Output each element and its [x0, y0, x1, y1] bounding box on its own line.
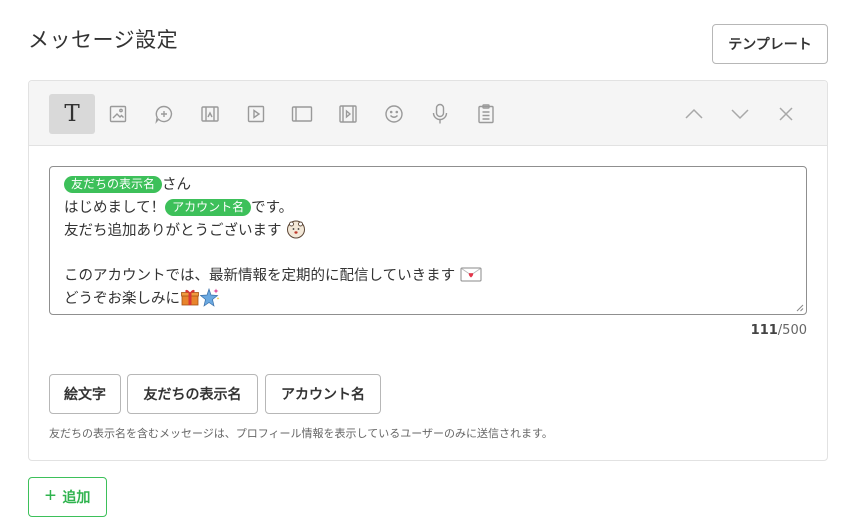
close-button[interactable] — [763, 94, 809, 134]
move-down-button[interactable] — [717, 94, 763, 134]
message-line-5: このアカウントでは、最新情報を定期的に配信していきます — [64, 264, 792, 287]
stamp-icon — [155, 105, 173, 124]
close-icon — [779, 107, 793, 121]
rich-video-icon — [339, 105, 357, 123]
tool-image-map[interactable] — [187, 94, 233, 134]
insert-emoji-button[interactable]: 絵文字 — [49, 374, 121, 414]
tool-video[interactable] — [233, 94, 279, 134]
message-line-2: はじめまして！ アカウント名 です。 — [64, 198, 294, 216]
tool-rich-video[interactable] — [325, 94, 371, 134]
friend-name-note: 友だちの表示名を含むメッセージは、プロフィール情報を表示しているユーザーのみに送… — [49, 427, 553, 440]
tool-stamp[interactable] — [141, 94, 187, 134]
card-icon — [291, 106, 313, 122]
survey-icon — [478, 104, 494, 124]
resize-grip-icon[interactable] — [796, 304, 804, 312]
text-icon: T — [64, 101, 80, 127]
tool-text[interactable]: T — [49, 94, 95, 134]
sparkle-star-emoji-icon — [200, 287, 220, 307]
page-title: メッセージ設定 — [28, 28, 179, 52]
bear-emoji-icon — [287, 220, 306, 239]
insert-friend-name-button[interactable]: 友だちの表示名 — [127, 374, 258, 414]
chevron-down-icon — [731, 109, 749, 120]
image-icon — [109, 105, 127, 123]
tool-emoji[interactable] — [371, 94, 417, 134]
character-counter: 111/500 — [729, 323, 807, 338]
letter-emoji-icon — [460, 267, 482, 282]
video-icon — [247, 105, 265, 123]
add-message-button[interactable]: + 追加 — [28, 477, 107, 517]
message-editor-card: T 友だちの表示名 さん はじめまして！ アカウント名 です。 友だち追加ありが… — [28, 80, 828, 461]
insert-account-name-button[interactable]: アカウント名 — [265, 374, 381, 414]
tool-survey[interactable] — [463, 94, 509, 134]
message-line-4 — [64, 242, 792, 265]
tool-image[interactable] — [95, 94, 141, 134]
character-count-current: 111 — [750, 323, 778, 338]
message-type-toolbar: T — [29, 81, 827, 146]
message-line-1: 友だちの表示名 さん — [64, 174, 792, 197]
message-line-6: どうぞお楽しみに — [64, 287, 792, 310]
gift-emoji-icon — [181, 289, 199, 305]
message-textarea[interactable]: 友だちの表示名 さん はじめまして！ アカウント名 です。 友だち追加ありがとうござい… — [49, 166, 807, 315]
tool-voice[interactable] — [417, 94, 463, 134]
emoji-icon — [385, 105, 403, 123]
image-map-icon — [201, 106, 219, 122]
tool-card[interactable] — [279, 94, 325, 134]
voice-icon — [432, 103, 448, 124]
move-up-button[interactable] — [671, 94, 717, 134]
character-count-max: /500 — [777, 323, 807, 338]
account-name-tag[interactable]: アカウント名 — [165, 198, 252, 216]
friend-name-tag[interactable]: 友だちの表示名 — [64, 176, 163, 193]
chevron-up-icon — [685, 108, 703, 119]
template-button[interactable]: テンプレート — [712, 24, 828, 64]
message-line-3: 友だち追加ありがとうございます — [64, 219, 792, 242]
add-label: 追加 — [62, 489, 91, 505]
plus-icon: + — [44, 485, 57, 507]
